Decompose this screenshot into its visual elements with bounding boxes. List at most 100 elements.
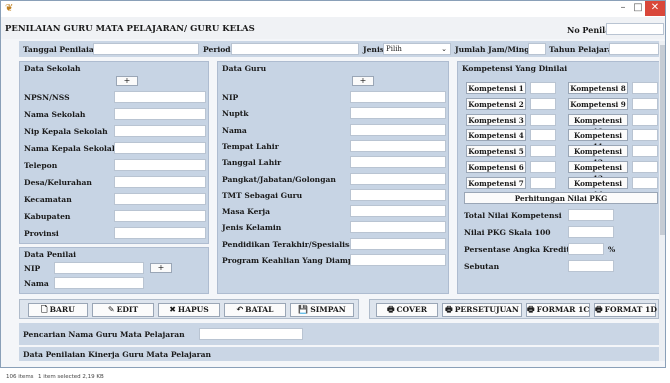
maximize-button[interactable]: □: [631, 1, 645, 16]
guru-field-3-input[interactable]: [350, 123, 446, 136]
status-item-count: 106 items: [6, 374, 34, 380]
penilaian-toolbar: Tanggal Penilaian Periode Jenis Pilih ⌄ …: [19, 41, 665, 57]
kompetensi-14-button[interactable]: Kompetensi 14: [568, 176, 628, 199]
batal-button[interactable]: ↶ BATAL: [224, 303, 286, 317]
sekolah-field-5-input[interactable]: [114, 159, 206, 171]
minimize-button[interactable]: –: [615, 1, 631, 16]
kompetensi-11-button[interactable]: Kompetensi 11: [568, 129, 628, 151]
kompetensi-11-value[interactable]: [632, 129, 658, 142]
kompetensi-5-button[interactable]: Kompetensi 5: [466, 145, 526, 158]
kompetensi-13-value[interactable]: [632, 161, 658, 173]
kompetensi-12-value[interactable]: [632, 145, 658, 158]
formar1c-button[interactable]: 🖶 FORMAR 1C: [526, 303, 590, 317]
kompetensi-12-button[interactable]: Kompetensi 12: [568, 145, 628, 167]
tahun-input[interactable]: [609, 43, 659, 55]
guru-field-1-input[interactable]: [350, 91, 446, 103]
jumlah-jam-input[interactable]: [528, 43, 546, 55]
kompetensi-5-value[interactable]: [530, 145, 556, 158]
tanggal-input[interactable]: [93, 43, 199, 55]
sekolah-field-3-input[interactable]: [114, 125, 206, 137]
guru-field-5-input[interactable]: [350, 156, 446, 169]
periode-input[interactable]: [231, 43, 359, 55]
guru-field-4-input[interactable]: [350, 139, 446, 152]
guru-field-9-label: Jenis Kelamin: [222, 223, 282, 233]
printer-icon: 🖶: [595, 305, 603, 314]
simpan-button[interactable]: 💾 SIMPAN: [290, 303, 354, 317]
kompetensi-2-value[interactable]: [530, 97, 556, 110]
format1d-button[interactable]: 🖶 FORMAT 1D: [594, 303, 657, 317]
kompetensi-1-value[interactable]: [530, 82, 556, 94]
guru-field-8-input[interactable]: [350, 205, 446, 218]
kompetensi-9-value[interactable]: [632, 97, 658, 110]
guru-field-11-label: Program Keahlian Yang Diampu: [222, 256, 359, 265]
guru-field-2-input[interactable]: [350, 107, 446, 120]
kompetensi-title: Kompetensi Yang Dinilai: [462, 64, 568, 73]
sekolah-field-9-label: Provinsi: [24, 229, 59, 238]
kompetensi-10-button[interactable]: Kompetensi 10: [568, 113, 628, 136]
guru-field-11-input[interactable]: [350, 254, 446, 266]
edit-label: EDIT: [116, 305, 139, 314]
kompetensi-panel: Kompetensi Yang Dinilai Kompetensi 1 Komp…: [457, 61, 661, 294]
guru-field-9-input[interactable]: [350, 221, 446, 234]
jenis-select[interactable]: Pilih ⌄: [383, 43, 451, 55]
kompetensi-6-value[interactable]: [530, 161, 556, 173]
kompetensi-8-button[interactable]: Kompetensi 8: [568, 82, 628, 94]
kompetensi-7-button[interactable]: Kompetensi 7: [466, 176, 526, 189]
guru-field-6-input[interactable]: [350, 172, 446, 185]
persentase-label: Persentase Angka Kredit: [464, 245, 570, 254]
delete-icon: ✖: [169, 305, 176, 314]
data-penilai-panel: Data Penilai NIP + Nama: [19, 247, 209, 294]
hapus-label: HAPUS: [177, 305, 209, 314]
sekolah-field-1-input[interactable]: [114, 91, 206, 103]
perhitungan-button[interactable]: Perhitungan Nilai PKG: [464, 192, 658, 204]
app-window: ❦ – □ ✕ PENILAIAN GURU MATA PELAJARAN/ G…: [0, 0, 666, 368]
close-button[interactable]: ✕: [645, 1, 665, 16]
sekolah-field-3-label: Nip Kepala Sekolah: [24, 127, 108, 136]
sekolah-field-9-input[interactable]: [114, 227, 206, 239]
no-penilaian-input[interactable]: [606, 23, 664, 35]
kompetensi-9-button[interactable]: Kompetensi 9: [568, 97, 628, 110]
hapus-button[interactable]: ✖ HAPUS: [158, 303, 220, 317]
kompetensi-8-value[interactable]: [632, 82, 658, 94]
title-bar: ❦ – □ ✕: [1, 1, 665, 17]
persetujuan-button[interactable]: 🖶 PERSETUJUAN: [442, 303, 522, 317]
sekolah-field-6-input[interactable]: [114, 176, 206, 188]
skala-input[interactable]: [568, 226, 614, 238]
guru-field-7-input[interactable]: [350, 188, 446, 201]
vertical-scrollbar[interactable]: [659, 41, 665, 361]
kompetensi-3-value[interactable]: [530, 113, 556, 126]
kompetensi-14-value[interactable]: [632, 176, 658, 189]
guru-field-10-input[interactable]: [350, 237, 446, 250]
app-icon: ❦: [5, 3, 14, 14]
sekolah-field-7-input[interactable]: [114, 193, 206, 205]
add-guru-button[interactable]: +: [352, 76, 374, 86]
sekolah-field-8-input[interactable]: [114, 210, 206, 222]
search-input[interactable]: [199, 328, 303, 340]
penilai-nip-input[interactable]: [54, 262, 144, 274]
kompetensi-3-button[interactable]: Kompetensi 3: [466, 113, 526, 126]
penilai-nama-input[interactable]: [54, 277, 144, 289]
sekolah-field-4-input[interactable]: [114, 142, 206, 154]
penilai-nama-label: Nama: [24, 279, 49, 288]
guru-field-7-label: TMT Sebagai Guru: [222, 190, 303, 200]
kompetensi-2-button[interactable]: Kompetensi 2: [466, 97, 526, 110]
kompetensi-10-value[interactable]: [632, 113, 658, 126]
kompetensi-13-button[interactable]: Kompetensi 13: [568, 161, 628, 183]
total-input[interactable]: [568, 209, 614, 221]
cover-button[interactable]: 🖶 COVER: [376, 303, 438, 317]
sebutan-input[interactable]: [568, 260, 614, 272]
sekolah-field-2-input[interactable]: [114, 108, 206, 120]
kompetensi-4-button[interactable]: Kompetensi 4: [466, 129, 526, 142]
edit-button[interactable]: ✎ EDIT: [92, 303, 154, 317]
printer-icon: 🖶: [445, 305, 453, 314]
kompetensi-4-value[interactable]: [530, 129, 556, 142]
persentase-input[interactable]: [568, 243, 604, 255]
add-sekolah-button[interactable]: +: [116, 76, 138, 86]
skala-label: Nilai PKG Skala 100: [464, 228, 551, 237]
scrollbar-thumb[interactable]: [660, 45, 665, 235]
add-penilai-button[interactable]: +: [150, 263, 172, 273]
kompetensi-7-value[interactable]: [530, 176, 556, 189]
baru-button[interactable]: 🗋 BARU: [28, 303, 88, 317]
kompetensi-6-button[interactable]: Kompetensi 6: [466, 161, 526, 173]
kompetensi-1-button[interactable]: Kompetensi 1: [466, 82, 526, 94]
